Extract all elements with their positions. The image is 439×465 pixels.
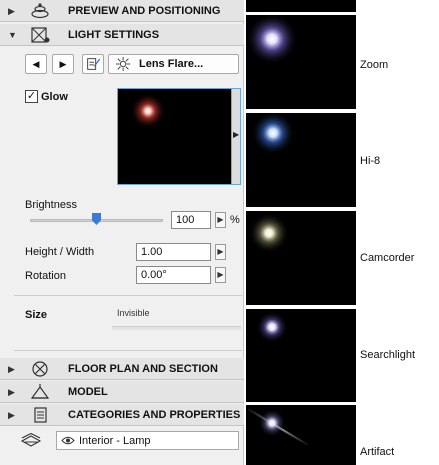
section-preview-and-positioning[interactable]: ▶ PREVIEW AND POSITIONING bbox=[0, 0, 244, 22]
preview-positioning-icon bbox=[31, 3, 49, 19]
section-categories-and-properties[interactable]: ▶ CATEGORIES AND PROPERTIES bbox=[0, 404, 244, 426]
size-scale-label: Invisible bbox=[117, 308, 150, 318]
hi8-flare-image bbox=[251, 113, 295, 155]
sparkle-icon bbox=[116, 56, 131, 72]
size-slider[interactable] bbox=[112, 326, 241, 330]
height-width-input[interactable]: 1.00 bbox=[136, 243, 211, 261]
preset-thumbnail-hi-8[interactable] bbox=[246, 113, 356, 207]
glow-checkbox[interactable]: ✓ bbox=[25, 90, 38, 103]
searchlight-flare-image bbox=[256, 311, 288, 343]
model-lamp-icon bbox=[30, 384, 50, 399]
rotation-stepper[interactable]: ▶ bbox=[215, 267, 226, 283]
preset-label-artifact[interactable]: Artifact bbox=[360, 446, 394, 458]
section-light-settings[interactable]: ▼ LIGHT SETTINGS bbox=[0, 24, 244, 46]
section-title: FLOOR PLAN AND SECTION bbox=[68, 363, 218, 375]
preset-thumbnail-artifact[interactable] bbox=[246, 405, 356, 465]
triangle-right-icon: ▶ bbox=[217, 270, 224, 279]
section-title: MODEL bbox=[68, 386, 108, 398]
glow-preview[interactable]: ▶ bbox=[117, 88, 241, 185]
expand-arrow-icon[interactable]: ▶ bbox=[8, 387, 15, 398]
triangle-right-icon: ▶ bbox=[217, 247, 224, 256]
glow-preview-image bbox=[130, 93, 166, 129]
preset-label-zoom[interactable]: Zoom bbox=[360, 59, 388, 71]
preview-scrollbar[interactable]: ▶ bbox=[231, 89, 240, 184]
checkmark-icon: ✓ bbox=[26, 90, 37, 102]
layer-favorite-label: Interior - Lamp bbox=[79, 435, 151, 447]
size-label: Size bbox=[25, 309, 48, 321]
section-floor-plan-and-section[interactable]: ▶ FLOOR PLAN AND SECTION bbox=[0, 358, 244, 380]
height-width-stepper[interactable]: ▶ bbox=[215, 244, 226, 260]
percent-unit: % bbox=[230, 214, 240, 226]
eye-icon bbox=[61, 436, 75, 445]
expand-arrow-icon[interactable]: ▶ bbox=[8, 6, 15, 17]
brightness-label: Brightness bbox=[25, 199, 77, 211]
triangle-left-icon: ◀ bbox=[32, 59, 40, 69]
next-flare-button[interactable]: ▶ bbox=[52, 54, 74, 74]
section-title: LIGHT SETTINGS bbox=[68, 29, 160, 41]
preset-thumbnail-top-partial[interactable] bbox=[246, 0, 356, 12]
divider bbox=[14, 295, 242, 296]
floor-plan-icon bbox=[32, 361, 48, 377]
layer-stack-icon[interactable] bbox=[19, 433, 43, 447]
camcorder-flare-image bbox=[249, 213, 289, 253]
preset-thumbnail-searchlight[interactable] bbox=[246, 309, 356, 402]
previous-flare-button[interactable]: ◀ bbox=[25, 54, 47, 74]
artifact-flare-image bbox=[247, 408, 309, 446]
triangle-right-icon: ▶ bbox=[59, 59, 67, 69]
edit-document-icon bbox=[87, 58, 101, 70]
brightness-slider-thumb[interactable] bbox=[92, 213, 101, 225]
edit-flare-button[interactable] bbox=[82, 54, 104, 74]
brightness-input[interactable]: 100 bbox=[171, 211, 211, 229]
rotation-label: Rotation bbox=[25, 270, 66, 282]
brightness-stepper[interactable]: ▶ bbox=[215, 212, 226, 228]
expand-arrow-icon[interactable]: ▶ bbox=[8, 364, 15, 375]
preset-label-searchlight[interactable]: Searchlight bbox=[360, 349, 415, 361]
collapse-arrow-icon[interactable]: ▼ bbox=[8, 30, 17, 40]
section-title: CATEGORIES AND PROPERTIES bbox=[68, 409, 241, 421]
preset-label-hi-8[interactable]: Hi-8 bbox=[360, 155, 380, 167]
lens-flare-button[interactable]: Lens Flare... bbox=[108, 54, 239, 74]
height-width-value: 1.00 bbox=[141, 246, 163, 258]
preset-thumbnail-zoom[interactable] bbox=[246, 15, 356, 109]
divider bbox=[14, 350, 242, 351]
section-title: PREVIEW AND POSITIONING bbox=[68, 5, 221, 17]
rotation-input[interactable]: 0.00° bbox=[136, 266, 211, 284]
triangle-right-icon: ▶ bbox=[233, 130, 240, 139]
section-model[interactable]: ▶ MODEL bbox=[0, 381, 244, 403]
height-width-label: Height / Width bbox=[25, 246, 95, 258]
preset-label-camcorder[interactable]: Camcorder bbox=[360, 252, 414, 264]
light-settings-icon bbox=[31, 27, 50, 43]
triangle-right-icon: ▶ bbox=[217, 215, 224, 224]
expand-arrow-icon[interactable]: ▶ bbox=[8, 410, 15, 421]
lens-flare-label: Lens Flare... bbox=[139, 58, 204, 70]
brightness-value: 100 bbox=[176, 214, 195, 226]
settings-panel: ▶ PREVIEW AND POSITIONING ▼ LIGHT SETTIN… bbox=[0, 0, 244, 465]
layer-favorite-field[interactable]: Interior - Lamp bbox=[56, 431, 239, 450]
rotation-value: 0.00° bbox=[141, 269, 167, 281]
categories-list-icon bbox=[34, 407, 47, 423]
zoom-flare-image bbox=[246, 15, 298, 65]
glow-label: Glow bbox=[41, 91, 68, 103]
preset-thumbnail-camcorder[interactable] bbox=[246, 211, 356, 305]
